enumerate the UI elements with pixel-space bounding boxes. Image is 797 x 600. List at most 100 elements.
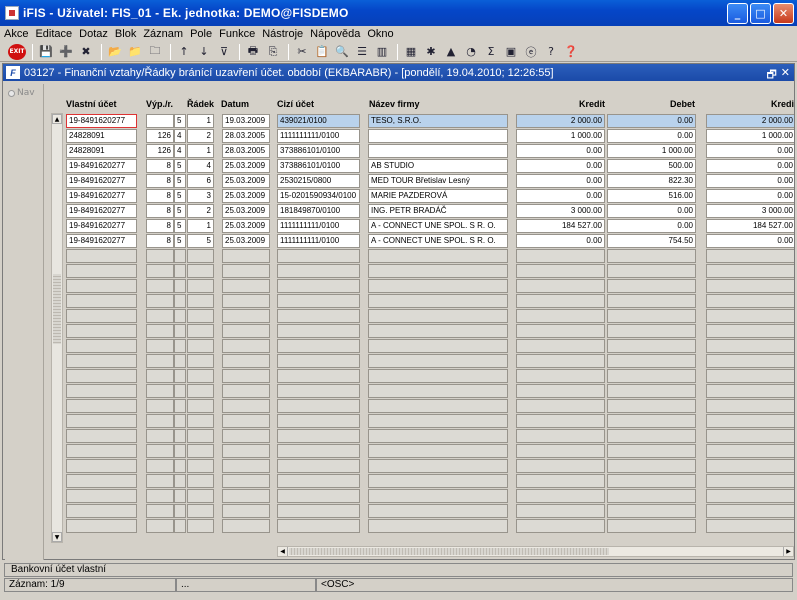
empty-cell-cizi-ucet[interactable]: [277, 369, 360, 383]
cell-vyp-r[interactable]: 5: [174, 189, 186, 203]
cell-cizi-ucet[interactable]: 1111111111/0100: [277, 129, 360, 143]
empty-cell-vlastni-ucet[interactable]: [66, 459, 137, 473]
empty-cell-kredit-2[interactable]: [706, 249, 794, 263]
empty-cell-kredit[interactable]: [516, 324, 605, 338]
menu-dotaz[interactable]: Dotaz: [79, 28, 108, 40]
empty-cell-vyp-r[interactable]: [174, 519, 186, 533]
empty-cell-datum[interactable]: [222, 519, 270, 533]
empty-table-row[interactable]: [66, 279, 794, 294]
menu-editace[interactable]: Editace: [35, 28, 72, 40]
empty-cell-vyp[interactable]: [146, 459, 174, 473]
empty-cell-vlastni-ucet[interactable]: [66, 294, 137, 308]
save-icon[interactable]: 💾: [37, 44, 55, 60]
cell-debet[interactable]: 754.50: [607, 234, 696, 248]
empty-cell-vlastni-ucet[interactable]: [66, 429, 137, 443]
empty-cell-kredit-2[interactable]: [706, 459, 794, 473]
empty-cell-kredit-2[interactable]: [706, 309, 794, 323]
empty-cell-vyp[interactable]: [146, 429, 174, 443]
empty-cell-datum[interactable]: [222, 414, 270, 428]
empty-cell-debet[interactable]: [607, 519, 696, 533]
empty-cell-cizi-ucet[interactable]: [277, 459, 360, 473]
empty-cell-debet[interactable]: [607, 444, 696, 458]
empty-table-row[interactable]: [66, 249, 794, 264]
cell-radek[interactable]: 1: [187, 114, 214, 128]
cell-cizi-ucet[interactable]: 1111111111/0100: [277, 219, 360, 233]
empty-cell-vlastni-ucet[interactable]: [66, 444, 137, 458]
empty-cell-kredit[interactable]: [516, 399, 605, 413]
empty-cell-vyp-r[interactable]: [174, 429, 186, 443]
empty-table-row[interactable]: [66, 504, 794, 519]
query-enter-icon[interactable]: 📂: [106, 44, 124, 60]
empty-table-row[interactable]: [66, 444, 794, 459]
empty-cell-vyp-r[interactable]: [174, 384, 186, 398]
empty-cell-radek[interactable]: [187, 429, 214, 443]
scroll-left-icon[interactable]: ◀: [278, 547, 288, 556]
empty-cell-nazev-firmy[interactable]: [368, 279, 508, 293]
empty-cell-debet[interactable]: [607, 504, 696, 518]
cell-kredit-2[interactable]: 0.00: [706, 189, 794, 203]
empty-cell-radek[interactable]: [187, 489, 214, 503]
empty-cell-cizi-ucet[interactable]: [277, 429, 360, 443]
cell-kredit[interactable]: 0.00: [516, 159, 605, 173]
empty-cell-kredit[interactable]: [516, 384, 605, 398]
empty-cell-debet[interactable]: [607, 384, 696, 398]
cell-vyp[interactable]: 8: [146, 219, 174, 233]
cell-debet[interactable]: 500.00: [607, 159, 696, 173]
cell-vlastni-ucet[interactable]: 19-8491620277: [66, 219, 137, 233]
empty-cell-vyp-r[interactable]: [174, 339, 186, 353]
cell-nazev-firmy[interactable]: TESO, S.R.O.: [368, 114, 508, 128]
cell-vyp-r[interactable]: 5: [174, 234, 186, 248]
copy-icon[interactable]: ⎘: [264, 44, 282, 60]
empty-cell-debet[interactable]: [607, 489, 696, 503]
empty-cell-vlastni-ucet[interactable]: [66, 309, 137, 323]
cell-vlastni-ucet[interactable]: 19-8491620277: [66, 174, 137, 188]
empty-cell-cizi-ucet[interactable]: [277, 504, 360, 518]
table-row[interactable]: 19-8491620277 8 5 4 25.03.2009 373886101/0100…: [66, 159, 794, 174]
cell-vlastni-ucet[interactable]: 19-8491620277: [66, 189, 137, 203]
empty-cell-radek[interactable]: [187, 474, 214, 488]
empty-cell-kredit-2[interactable]: [706, 384, 794, 398]
empty-cell-kredit-2[interactable]: [706, 399, 794, 413]
cell-cizi-ucet[interactable]: 1111111111/0100: [277, 234, 360, 248]
cell-kredit-2[interactable]: 0.00: [706, 144, 794, 158]
empty-cell-datum[interactable]: [222, 264, 270, 278]
empty-table-row[interactable]: [66, 264, 794, 279]
empty-cell-nazev-firmy[interactable]: [368, 294, 508, 308]
excel-icon[interactable]: ▣: [502, 44, 520, 60]
empty-cell-kredit[interactable]: [516, 264, 605, 278]
empty-cell-vyp-r[interactable]: [174, 324, 186, 338]
table-row[interactable]: 24828091 126 4 2 28.03.2005 1111111111/0100 1 …: [66, 129, 794, 144]
empty-cell-vlastni-ucet[interactable]: [66, 519, 137, 533]
empty-cell-vlastni-ucet[interactable]: [66, 354, 137, 368]
table-row[interactable]: 19-8491620277 5 1 19.03.2009 439021/0100 TESO…: [66, 114, 794, 129]
empty-cell-vyp-r[interactable]: [174, 249, 186, 263]
print-icon[interactable]: 🖶: [244, 44, 262, 60]
cell-datum[interactable]: 25.03.2009: [222, 234, 270, 248]
empty-cell-vlastni-ucet[interactable]: [66, 339, 137, 353]
cell-radek[interactable]: 1: [187, 144, 214, 158]
cell-cizi-ucet[interactable]: 15-0201590934/0100: [277, 189, 360, 203]
empty-cell-datum[interactable]: [222, 444, 270, 458]
empty-cell-kredit[interactable]: [516, 429, 605, 443]
empty-cell-vyp-r[interactable]: [174, 294, 186, 308]
empty-cell-kredit[interactable]: [516, 444, 605, 458]
empty-cell-vyp[interactable]: [146, 264, 174, 278]
list-icon[interactable]: ☰: [353, 44, 371, 60]
empty-cell-cizi-ucet[interactable]: [277, 414, 360, 428]
form-close-button[interactable]: ✕: [781, 66, 790, 85]
empty-cell-kredit-2[interactable]: [706, 339, 794, 353]
empty-cell-kredit[interactable]: [516, 354, 605, 368]
empty-cell-datum[interactable]: [222, 249, 270, 263]
empty-cell-kredit[interactable]: [516, 339, 605, 353]
cell-vlastni-ucet[interactable]: 19-8491620277: [66, 234, 137, 248]
empty-cell-vyp-r[interactable]: [174, 264, 186, 278]
cell-debet[interactable]: 516.00: [607, 189, 696, 203]
empty-cell-nazev-firmy[interactable]: [368, 474, 508, 488]
empty-cell-kredit-2[interactable]: [706, 519, 794, 533]
nav-toggle[interactable]: Nav: [5, 84, 43, 98]
empty-cell-debet[interactable]: [607, 414, 696, 428]
empty-cell-nazev-firmy[interactable]: [368, 459, 508, 473]
cell-vlastni-ucet[interactable]: 24828091: [66, 129, 137, 143]
empty-cell-vyp[interactable]: [146, 279, 174, 293]
table-row[interactable]: 19-8491620277 8 5 5 25.03.2009 1111111111/010…: [66, 234, 794, 249]
